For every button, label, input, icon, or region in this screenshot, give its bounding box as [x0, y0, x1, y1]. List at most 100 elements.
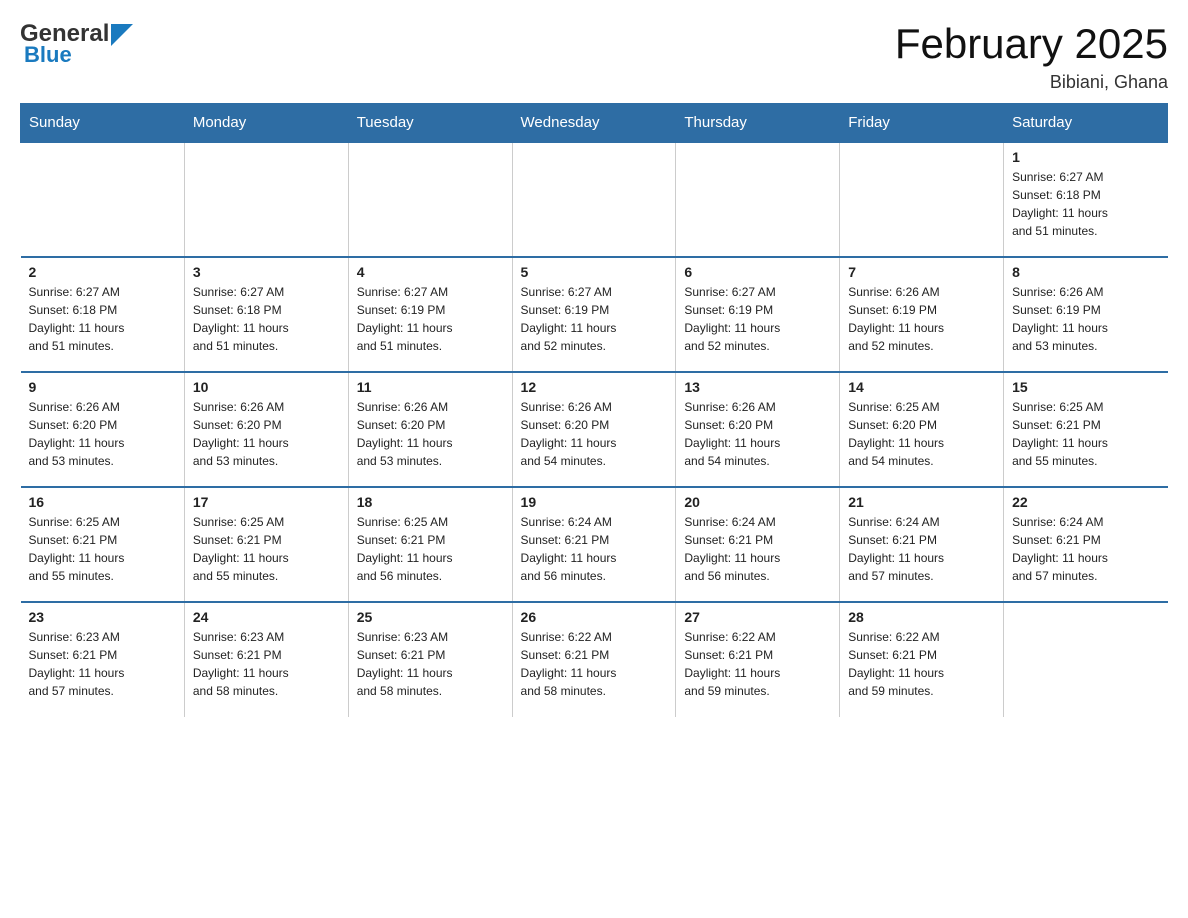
day-info: Sunrise: 6:27 AM Sunset: 6:18 PM Dayligh… — [193, 283, 340, 355]
day-number: 6 — [684, 264, 831, 280]
day-number: 7 — [848, 264, 995, 280]
calendar-cell: 13 Sunrise: 6:26 AM Sunset: 6:20 PM Dayli… — [676, 372, 840, 487]
day-info: Sunrise: 6:25 AM Sunset: 6:21 PM Dayligh… — [29, 513, 176, 585]
day-number: 16 — [29, 494, 176, 510]
calendar-header-row: Sunday Monday Tuesday Wednesday Thursday… — [21, 104, 1168, 143]
day-info: Sunrise: 6:22 AM Sunset: 6:21 PM Dayligh… — [848, 628, 995, 700]
day-number: 1 — [1012, 149, 1159, 165]
day-number: 21 — [848, 494, 995, 510]
calendar-week-row: 9 Sunrise: 6:26 AM Sunset: 6:20 PM Daylig… — [21, 372, 1168, 487]
day-info: Sunrise: 6:24 AM Sunset: 6:21 PM Dayligh… — [521, 513, 668, 585]
day-number: 2 — [29, 264, 176, 280]
day-info: Sunrise: 6:24 AM Sunset: 6:21 PM Dayligh… — [848, 513, 995, 585]
calendar-cell: 10 Sunrise: 6:26 AM Sunset: 6:20 PM Dayli… — [184, 372, 348, 487]
header-saturday: Saturday — [1004, 104, 1168, 143]
page-header: General Blue February 2025 Bibiani, Ghan… — [20, 20, 1168, 93]
calendar-cell: 14 Sunrise: 6:25 AM Sunset: 6:20 PM Dayli… — [840, 372, 1004, 487]
day-number: 13 — [684, 379, 831, 395]
calendar-cell — [21, 142, 185, 257]
day-info: Sunrise: 6:26 AM Sunset: 6:19 PM Dayligh… — [848, 283, 995, 355]
day-info: Sunrise: 6:26 AM Sunset: 6:20 PM Dayligh… — [357, 398, 504, 470]
day-number: 27 — [684, 609, 831, 625]
calendar-cell: 15Sunrise: 6:25 AM Sunset: 6:21 PM Dayli… — [1004, 372, 1168, 487]
calendar-cell: 8Sunrise: 6:26 AM Sunset: 6:19 PM Daylig… — [1004, 257, 1168, 372]
day-info: Sunrise: 6:27 AM Sunset: 6:18 PM Dayligh… — [1012, 168, 1159, 240]
calendar-cell: 7 Sunrise: 6:26 AM Sunset: 6:19 PM Daylig… — [840, 257, 1004, 372]
day-info: Sunrise: 6:25 AM Sunset: 6:21 PM Dayligh… — [357, 513, 504, 585]
header-tuesday: Tuesday — [348, 104, 512, 143]
day-info: Sunrise: 6:24 AM Sunset: 6:21 PM Dayligh… — [684, 513, 831, 585]
day-number: 10 — [193, 379, 340, 395]
calendar-cell — [348, 142, 512, 257]
calendar-cell: 1 Sunrise: 6:27 AM Sunset: 6:18 PM Daylig… — [1004, 142, 1168, 257]
day-number: 18 — [357, 494, 504, 510]
calendar-cell: 27 Sunrise: 6:22 AM Sunset: 6:21 PM Dayli… — [676, 602, 840, 717]
day-info: Sunrise: 6:25 AM Sunset: 6:21 PM Dayligh… — [193, 513, 340, 585]
calendar-week-row: 23 Sunrise: 6:23 AM Sunset: 6:21 PM Dayli… — [21, 602, 1168, 717]
calendar-cell — [676, 142, 840, 257]
logo-arrow-icon — [111, 24, 133, 46]
calendar-cell: 26 Sunrise: 6:22 AM Sunset: 6:21 PM Dayli… — [512, 602, 676, 717]
day-number: 15 — [1012, 379, 1159, 395]
day-number: 9 — [29, 379, 176, 395]
calendar-cell: 6 Sunrise: 6:27 AM Sunset: 6:19 PM Daylig… — [676, 257, 840, 372]
calendar-cell: 12 Sunrise: 6:26 AM Sunset: 6:20 PM Dayli… — [512, 372, 676, 487]
header-monday: Monday — [184, 104, 348, 143]
calendar-cell: 18 Sunrise: 6:25 AM Sunset: 6:21 PM Dayli… — [348, 487, 512, 602]
calendar-cell — [840, 142, 1004, 257]
day-number: 4 — [357, 264, 504, 280]
calendar-cell: 28 Sunrise: 6:22 AM Sunset: 6:21 PM Dayli… — [840, 602, 1004, 717]
day-info: Sunrise: 6:27 AM Sunset: 6:18 PM Dayligh… — [29, 283, 176, 355]
calendar-cell — [512, 142, 676, 257]
calendar-cell: 9 Sunrise: 6:26 AM Sunset: 6:20 PM Daylig… — [21, 372, 185, 487]
day-number: 5 — [521, 264, 668, 280]
header-friday: Friday — [840, 104, 1004, 143]
calendar-cell: 21 Sunrise: 6:24 AM Sunset: 6:21 PM Dayli… — [840, 487, 1004, 602]
day-number: 26 — [521, 609, 668, 625]
day-number: 8 — [1012, 264, 1159, 280]
day-info: Sunrise: 6:24 AM Sunset: 6:21 PM Dayligh… — [1012, 513, 1159, 585]
location: Bibiani, Ghana — [895, 72, 1168, 93]
calendar-week-row: 1 Sunrise: 6:27 AM Sunset: 6:18 PM Daylig… — [21, 142, 1168, 257]
header-wednesday: Wednesday — [512, 104, 676, 143]
calendar-cell: 3 Sunrise: 6:27 AM Sunset: 6:18 PM Daylig… — [184, 257, 348, 372]
day-number: 25 — [357, 609, 504, 625]
day-info: Sunrise: 6:26 AM Sunset: 6:20 PM Dayligh… — [521, 398, 668, 470]
header-thursday: Thursday — [676, 104, 840, 143]
day-number: 11 — [357, 379, 504, 395]
logo-blue-text: Blue — [24, 42, 72, 67]
day-number: 22 — [1012, 494, 1159, 510]
day-number: 19 — [521, 494, 668, 510]
day-number: 20 — [684, 494, 831, 510]
calendar-cell — [184, 142, 348, 257]
calendar-cell: 11 Sunrise: 6:26 AM Sunset: 6:20 PM Dayli… — [348, 372, 512, 487]
day-number: 28 — [848, 609, 995, 625]
calendar-cell: 17 Sunrise: 6:25 AM Sunset: 6:21 PM Dayli… — [184, 487, 348, 602]
day-info: Sunrise: 6:23 AM Sunset: 6:21 PM Dayligh… — [357, 628, 504, 700]
day-info: Sunrise: 6:23 AM Sunset: 6:21 PM Dayligh… — [193, 628, 340, 700]
day-number: 12 — [521, 379, 668, 395]
day-info: Sunrise: 6:26 AM Sunset: 6:20 PM Dayligh… — [684, 398, 831, 470]
day-info: Sunrise: 6:25 AM Sunset: 6:20 PM Dayligh… — [848, 398, 995, 470]
day-info: Sunrise: 6:22 AM Sunset: 6:21 PM Dayligh… — [684, 628, 831, 700]
calendar-week-row: 2 Sunrise: 6:27 AM Sunset: 6:18 PM Daylig… — [21, 257, 1168, 372]
day-info: Sunrise: 6:27 AM Sunset: 6:19 PM Dayligh… — [684, 283, 831, 355]
calendar-cell: 2 Sunrise: 6:27 AM Sunset: 6:18 PM Daylig… — [21, 257, 185, 372]
day-number: 24 — [193, 609, 340, 625]
day-number: 3 — [193, 264, 340, 280]
day-number: 17 — [193, 494, 340, 510]
month-title: February 2025 — [895, 20, 1168, 68]
day-info: Sunrise: 6:27 AM Sunset: 6:19 PM Dayligh… — [357, 283, 504, 355]
day-info: Sunrise: 6:27 AM Sunset: 6:19 PM Dayligh… — [521, 283, 668, 355]
calendar-cell: 20 Sunrise: 6:24 AM Sunset: 6:21 PM Dayli… — [676, 487, 840, 602]
calendar-cell: 16 Sunrise: 6:25 AM Sunset: 6:21 PM Dayli… — [21, 487, 185, 602]
calendar-week-row: 16 Sunrise: 6:25 AM Sunset: 6:21 PM Dayli… — [21, 487, 1168, 602]
day-info: Sunrise: 6:26 AM Sunset: 6:20 PM Dayligh… — [29, 398, 176, 470]
day-info: Sunrise: 6:26 AM Sunset: 6:20 PM Dayligh… — [193, 398, 340, 470]
day-number: 14 — [848, 379, 995, 395]
calendar-table: Sunday Monday Tuesday Wednesday Thursday… — [20, 103, 1168, 717]
calendar-cell: 23 Sunrise: 6:23 AM Sunset: 6:21 PM Dayli… — [21, 602, 185, 717]
day-number: 23 — [29, 609, 176, 625]
day-info: Sunrise: 6:23 AM Sunset: 6:21 PM Dayligh… — [29, 628, 176, 700]
day-info: Sunrise: 6:22 AM Sunset: 6:21 PM Dayligh… — [521, 628, 668, 700]
